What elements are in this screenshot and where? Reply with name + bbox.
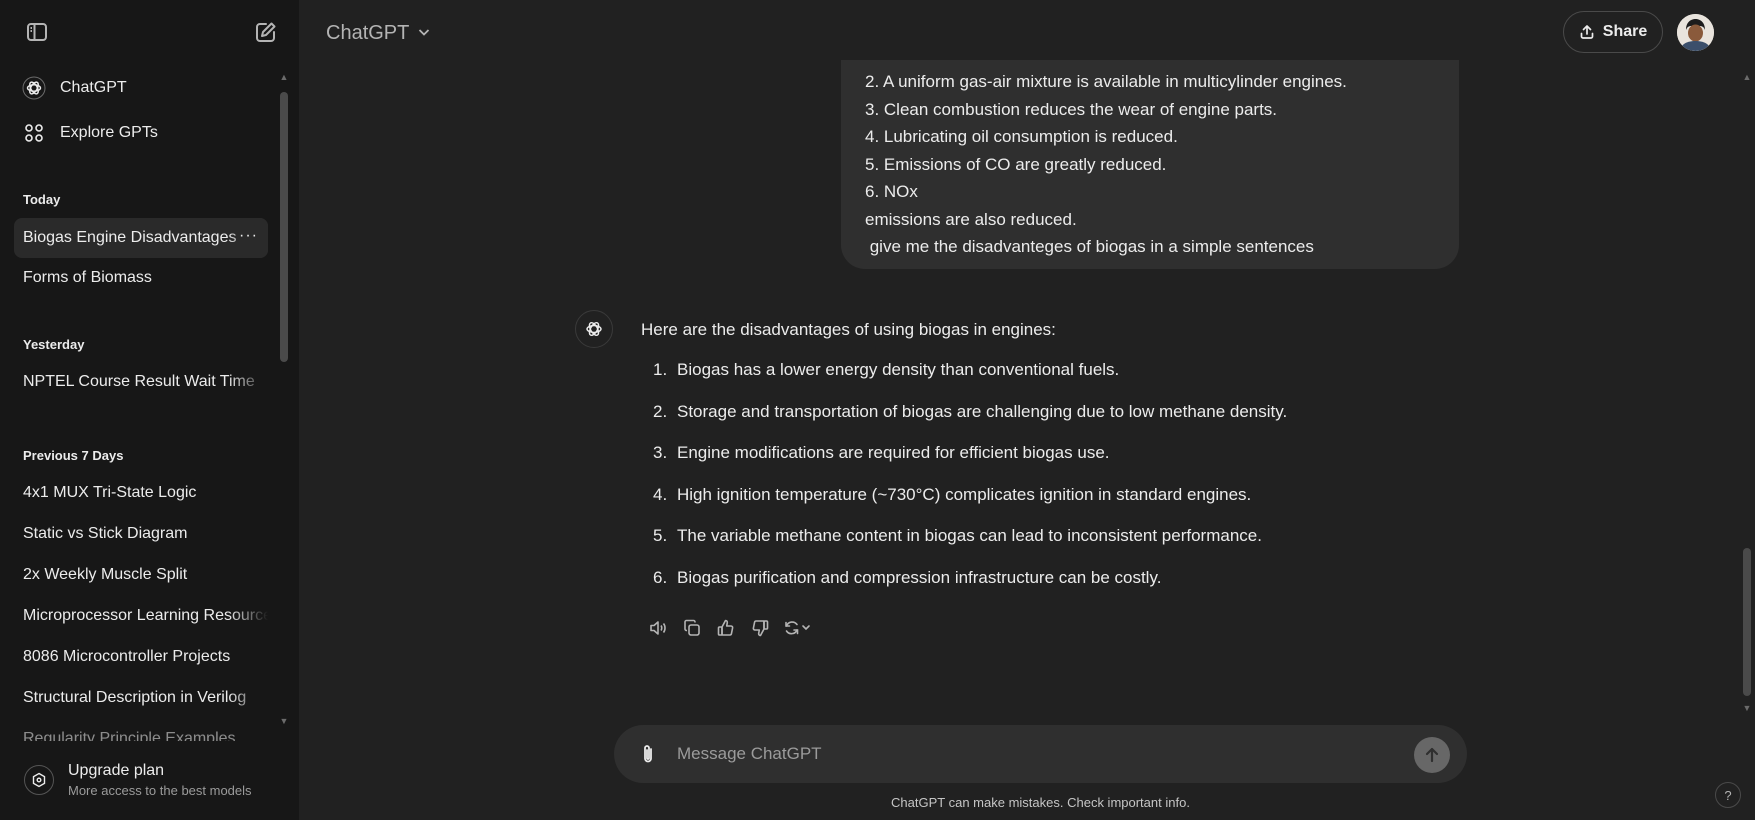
chatgpt-app: ChatGPT Explore GPTs Today Biogas Engine… xyxy=(0,0,1755,820)
list-number: 5. xyxy=(653,526,668,545)
sidebar-item-muscle-split[interactable]: 2x Weekly Muscle Split xyxy=(14,555,268,595)
list-text: The variable methane content in biogas c… xyxy=(677,526,1262,545)
assistant-avatar-icon xyxy=(575,310,613,348)
share-icon xyxy=(1580,25,1594,39)
sidebar-item-microprocessor[interactable]: Microprocessor Learning Resources xyxy=(14,596,268,636)
openai-logo-icon xyxy=(22,76,46,100)
message-actions xyxy=(641,614,817,642)
read-aloud-icon[interactable] xyxy=(641,614,675,642)
thumbs-down-icon[interactable] xyxy=(743,614,777,642)
sidebar-item-nptel[interactable]: NPTEL Course Result Wait Time xyxy=(14,362,268,402)
main-scrollbar[interactable] xyxy=(1743,548,1751,696)
sidebar-item-forms-of-biomass[interactable]: Forms of Biomass xyxy=(14,258,268,298)
send-button[interactable] xyxy=(1414,737,1450,773)
list-number: 4. xyxy=(653,484,668,504)
list-number: 1. xyxy=(653,360,668,379)
scroll-up-arrow[interactable]: ▲ xyxy=(279,72,289,82)
sidebar-item-label: NPTEL Course Result Wait Time xyxy=(23,373,255,390)
user-message-line: give me the disadvanteges of biogas in a… xyxy=(865,237,1314,256)
new-chat-icon[interactable] xyxy=(246,12,286,52)
list-item: 1. Biogas has a lower energy density than… xyxy=(641,360,1287,402)
sidebar-item-biogas-engine[interactable]: Biogas Engine Disadvantages ··· xyxy=(14,218,268,258)
sidebar-item-mux[interactable]: 4x1 MUX Tri-State Logic xyxy=(14,473,268,513)
sidebar-scrollbar[interactable] xyxy=(280,92,288,362)
upgrade-subtitle: More access to the best models xyxy=(68,783,252,798)
copy-icon[interactable] xyxy=(675,614,709,642)
section-title-previous-7-days: Previous 7 Days xyxy=(23,448,124,463)
sidebar-item-label: Regularity Principle Examples xyxy=(23,730,236,741)
chevron-down-icon xyxy=(417,22,431,45)
sidebar-item-partial[interactable]: Regularity Principle Examples xyxy=(14,719,268,741)
regenerate-icon[interactable] xyxy=(777,614,817,642)
paperclip-icon[interactable] xyxy=(634,740,662,768)
upgrade-plan-button[interactable]: Upgrade plan More access to the best mod… xyxy=(14,754,284,806)
list-text: Biogas has a lower energy density than c… xyxy=(677,360,1120,379)
list-text: Biogas purification and compression infr… xyxy=(677,567,1162,587)
list-item: 2. Storage and transportation of biogas a… xyxy=(641,402,1287,444)
list-number: 6. xyxy=(653,567,668,587)
list-text: Storage and transportation of biogas are… xyxy=(677,401,1288,421)
user-message-line: 5. Emissions of CO are greatly reduced. xyxy=(865,154,1167,174)
sidebar-item-stick-diagram[interactable]: Static vs Stick Diagram xyxy=(14,514,268,554)
main-scroll-down-arrow[interactable]: ▼ xyxy=(1742,703,1752,713)
sidebar-item-label: 8086 Microcontroller Projects xyxy=(23,648,231,665)
avatar[interactable] xyxy=(1677,14,1714,51)
model-selector[interactable]: ChatGPT xyxy=(316,18,441,48)
model-label: ChatGPT xyxy=(326,21,410,44)
sidebar-item-label: Forms of Biomass xyxy=(23,269,152,286)
user-message-line: 6. NOx xyxy=(865,182,918,201)
message-composer: Message ChatGPT xyxy=(614,725,1467,783)
sidebar-nav-explore-gpts[interactable]: Explore GPTs xyxy=(14,113,268,153)
assistant-intro: Here are the disadvantages of using biog… xyxy=(641,320,1056,339)
sidebar-nav-label: Explore GPTs xyxy=(60,124,158,141)
disclaimer: ChatGPT can make mistakes. Check importa… xyxy=(891,795,1190,810)
user-message-line: emissions are also reduced. xyxy=(865,209,1077,229)
sidebar-item-label: Biogas Engine Disadvantages xyxy=(23,229,237,246)
sidebar-item-label: 4x1 MUX Tri-State Logic xyxy=(23,484,197,501)
sidebar-nav-chatgpt[interactable]: ChatGPT xyxy=(14,68,268,108)
list-text: Engine modifications are required for ef… xyxy=(677,443,1110,462)
user-message-bubble: 2. A uniform gas-air mixture is availabl… xyxy=(841,60,1459,269)
sidebar-item-label: Static vs Stick Diagram xyxy=(23,525,188,542)
message-input[interactable]: Message ChatGPT xyxy=(677,744,822,764)
toggle-sidebar-icon[interactable] xyxy=(17,12,57,52)
list-item: 6. Biogas purification and compression in… xyxy=(641,568,1287,610)
assistant-answer-list: 1. Biogas has a lower energy density than… xyxy=(641,360,1287,609)
share-label: Share xyxy=(1602,23,1648,40)
user-message-line: 3. Clean combustion reduces the wear of … xyxy=(865,99,1278,119)
list-number: 2. xyxy=(653,401,668,421)
list-item: 3. Engine modifications are required for … xyxy=(641,443,1287,485)
user-message-line: 4. Lubricating oil consumption is reduce… xyxy=(865,127,1178,146)
section-title-yesterday: Yesterday xyxy=(23,337,85,352)
main-scroll-up-arrow[interactable]: ▲ xyxy=(1742,72,1752,82)
thumbs-up-icon[interactable] xyxy=(709,614,743,642)
more-options-icon[interactable]: ··· xyxy=(239,227,258,245)
scroll-down-arrow[interactable]: ▼ xyxy=(279,716,289,726)
sidebar-nav-label: ChatGPT xyxy=(60,79,127,96)
sidebar-item-label: Structural Description in Verilog xyxy=(23,689,247,706)
sidebar-item-label: 2x Weekly Muscle Split xyxy=(23,566,188,583)
upgrade-title: Upgrade plan xyxy=(68,762,165,779)
list-item: 4. High ignition temperature (~730°C) com… xyxy=(641,485,1287,527)
sidebar: ChatGPT Explore GPTs Today Biogas Engine… xyxy=(0,0,299,820)
grid-icon xyxy=(22,121,46,145)
upgrade-icon xyxy=(24,765,54,795)
list-text: High ignition temperature (~730°C) compl… xyxy=(677,484,1252,504)
share-button[interactable]: Share xyxy=(1563,11,1663,53)
list-item: 5. The variable methane content in biogas… xyxy=(641,526,1287,568)
sidebar-item-8086[interactable]: 8086 Microcontroller Projects xyxy=(14,637,268,677)
user-message-line: 2. A uniform gas-air mixture is availabl… xyxy=(865,72,1347,91)
section-title-today: Today xyxy=(23,192,61,207)
help-button[interactable]: ? xyxy=(1715,782,1741,808)
list-number: 3. xyxy=(653,443,668,462)
sidebar-item-verilog[interactable]: Structural Description in Verilog xyxy=(14,678,268,718)
arrow-up-icon xyxy=(1425,747,1439,763)
